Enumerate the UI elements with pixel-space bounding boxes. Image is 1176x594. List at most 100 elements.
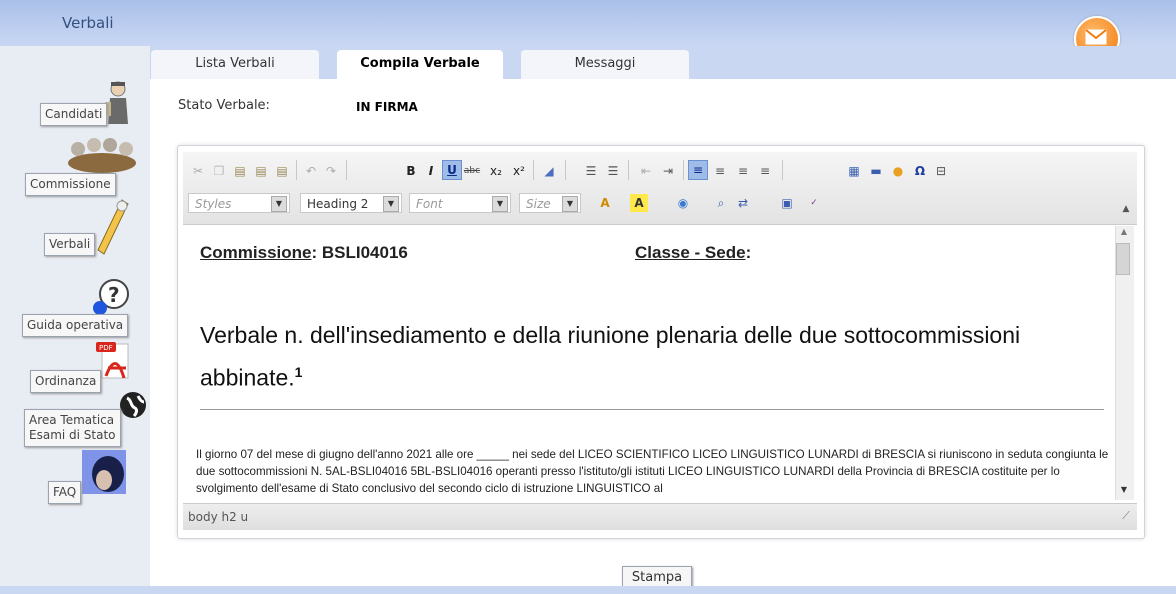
toolbar-separator (628, 160, 629, 180)
footnote-mark: 1 (294, 364, 303, 380)
numbered-list-icon[interactable]: ☰ (582, 162, 600, 180)
sidebar-item-label: Candidati (45, 107, 103, 121)
toolbar-separator (346, 160, 347, 180)
table-icon[interactable]: ▦ (845, 162, 863, 180)
special-char-button[interactable]: Ω (911, 162, 929, 180)
scroll-up-icon[interactable]: ▲ (1116, 226, 1132, 238)
toolbar-collapse-icon[interactable]: ▲ (1117, 200, 1135, 218)
chevron-down-icon: ▼ (562, 196, 578, 212)
select-all-icon[interactable]: ▣ (778, 194, 796, 212)
align-right-icon[interactable]: ≡ (734, 162, 752, 180)
resize-handle-icon[interactable]: ⟋ (1117, 507, 1135, 525)
chevron-down-icon: ▼ (492, 196, 508, 212)
sidebar-item-label: Verbali (49, 237, 91, 251)
sidebar-item-ordinanza[interactable]: Ordinanza (30, 370, 102, 393)
format-select-value: Heading 2 (307, 197, 369, 211)
element-path-bar: body h2 u (183, 503, 1137, 530)
horizontal-rule-icon[interactable]: ▬ (867, 162, 885, 180)
cut-icon[interactable]: ✂ (189, 162, 207, 180)
mail-icon (1085, 29, 1107, 45)
header-bar (0, 0, 1176, 46)
text-color-icon[interactable]: A (596, 194, 614, 212)
sidebar-item-label: FAQ (53, 485, 77, 499)
tab-compila-verbale[interactable]: Compila Verbale (337, 50, 503, 79)
indent-icon[interactable]: ⇥ (659, 162, 677, 180)
spellcheck-icon[interactable]: ✓ (805, 194, 823, 212)
chevron-down-icon: ▼ (271, 196, 287, 212)
app-title: Verbali (62, 14, 114, 32)
class-line: Classe - Sede: (635, 243, 751, 263)
font-select[interactable]: Font ▼ (409, 193, 511, 213)
toolbar-separator (782, 160, 783, 180)
redo-icon[interactable]: ↷ (322, 162, 340, 180)
sidebar-item-label-line1: Area Tematica (29, 413, 115, 427)
page-break-icon[interactable]: ⊟ (932, 162, 950, 180)
sidebar-item-label: Ordinanza (35, 374, 97, 388)
remove-format-icon[interactable]: ◢ (540, 162, 558, 180)
undo-icon[interactable]: ↶ (302, 162, 320, 180)
underline-button[interactable]: U (442, 160, 462, 180)
tab-lista-verbali[interactable]: Lista Verbali (151, 50, 319, 79)
sidebar-item-commissione[interactable]: Commissione (25, 173, 116, 196)
globe-icon (118, 390, 148, 424)
italic-button[interactable]: I (422, 162, 440, 180)
paste-word-icon[interactable]: ▤ (273, 162, 291, 180)
tab-label: Messaggi (574, 56, 636, 71)
copy-icon[interactable]: ❐ (210, 162, 228, 180)
sidebar-item-verbali[interactable]: Verbali (44, 233, 96, 256)
align-center-icon[interactable]: ≡ (711, 162, 729, 180)
toolbar-separator (296, 160, 297, 180)
superscript-button[interactable]: x² (510, 162, 528, 180)
subscript-button[interactable]: x₂ (487, 162, 505, 180)
strikethrough-button[interactable]: abc (463, 162, 481, 180)
sidebar-item-faq[interactable]: FAQ (48, 481, 82, 504)
tab-label: Compila Verbale (360, 56, 480, 71)
class-suffix: : (745, 243, 752, 262)
scroll-thumb[interactable] (1116, 243, 1130, 275)
pencil-icon (92, 198, 132, 262)
bulleted-list-icon[interactable]: ☰ (604, 162, 622, 180)
toolbar-separator (533, 160, 534, 180)
styles-select[interactable]: Styles ▼ (188, 193, 290, 213)
commission-line: Commissione: BSLI04016 (200, 243, 408, 263)
size-select[interactable]: Size ▼ (519, 193, 581, 213)
size-select-label: Size (526, 197, 551, 211)
align-justify-icon[interactable]: ≡ (756, 162, 774, 180)
tab-label: Lista Verbali (195, 56, 275, 71)
editor-document[interactable]: Commissione: BSLI04016 Classe - Sede: Ve… (183, 226, 1113, 500)
find-icon[interactable]: ⌕ (712, 194, 730, 212)
status-value: IN FIRMA (356, 100, 418, 114)
commission-label: Commissione (200, 243, 312, 262)
replace-icon[interactable]: ⇄ (734, 194, 752, 212)
svg-text:?: ? (108, 283, 120, 307)
sidebar-item-label: Guida operativa (27, 318, 124, 332)
format-select[interactable]: Heading 2 ▼ (300, 193, 402, 213)
sidebar-item-candidati[interactable]: Candidati (40, 103, 108, 126)
chevron-down-icon: ▼ (383, 196, 399, 212)
styles-select-label: Styles (195, 197, 232, 211)
document-paragraph: Il giorno 07 del mese di giugno dell'ann… (196, 448, 1109, 495)
scroll-down-icon[interactable]: ▼ (1116, 484, 1132, 496)
sidebar-item-area-tematica[interactable]: Area Tematica Esami di Stato (24, 409, 121, 447)
document-divider (200, 409, 1104, 410)
paste-icon[interactable]: ▤ (231, 162, 249, 180)
element-path: body h2 u (188, 510, 249, 524)
sidebar-item-guida-operativa[interactable]: Guida operativa (22, 314, 129, 337)
bold-button[interactable]: B (402, 162, 420, 180)
outdent-icon[interactable]: ⇤ (637, 162, 655, 180)
footer-bar (0, 586, 1176, 594)
svg-text:PDF: PDF (99, 344, 113, 352)
smiley-icon[interactable]: ● (889, 162, 907, 180)
tab-messaggi[interactable]: Messaggi (521, 50, 689, 79)
toolbar-separator (683, 160, 684, 180)
heading-text: Verbale n. dell'insediamento e della riu… (200, 322, 1021, 391)
paste-text-icon[interactable]: ▤ (252, 162, 270, 180)
background-color-icon[interactable]: A (630, 194, 648, 212)
document-heading: Verbale n. dell'insediamento e della riu… (200, 317, 1060, 397)
sidebar-item-label-line2: Esami di Stato (29, 428, 116, 442)
sidebar-item-label: Commissione (30, 177, 111, 191)
align-left-icon[interactable]: ≡ (688, 160, 708, 180)
font-select-label: Font (416, 197, 443, 211)
commission-value: : BSLI04016 (311, 243, 408, 262)
maximize-icon[interactable]: ◉ (674, 194, 692, 212)
